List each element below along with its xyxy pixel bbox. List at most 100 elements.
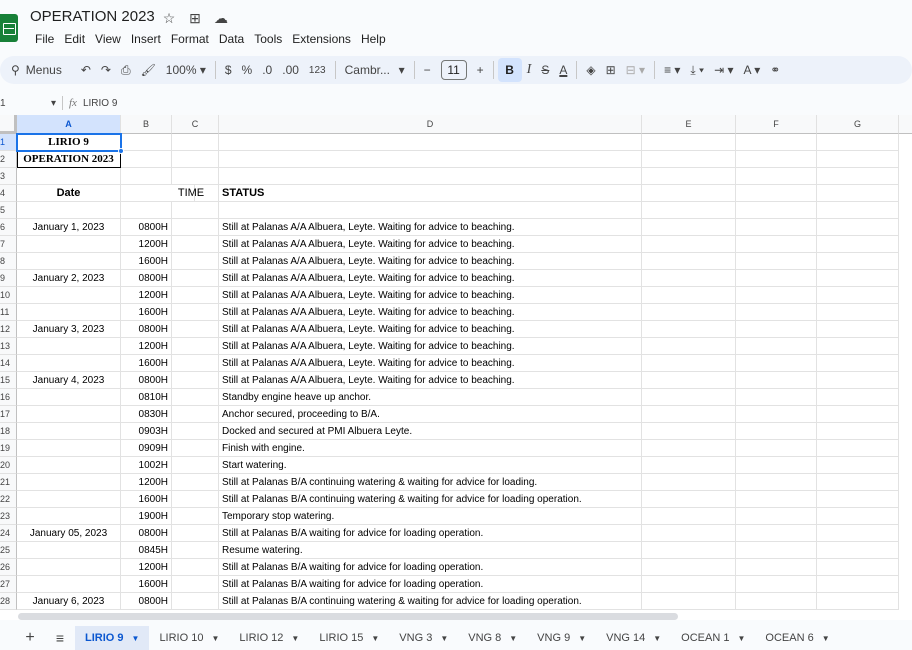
chevron-down-icon[interactable]: ▼ [371, 634, 379, 643]
cell-f20[interactable] [736, 457, 817, 474]
row-header[interactable]: 16 [0, 389, 17, 406]
move-folder-icon[interactable]: ⊞ [186, 10, 204, 27]
row-header[interactable]: 19 [0, 440, 17, 457]
increase-decimal-button[interactable]: .00 [277, 58, 304, 82]
cell-f8[interactable] [736, 253, 817, 270]
cell-b15[interactable]: 0800H [121, 372, 172, 389]
row-header[interactable]: 28 [0, 593, 17, 610]
print-icon[interactable]: ⎙ [116, 58, 136, 82]
cell-d22[interactable]: Still at Palanas B/A continuing watering… [219, 491, 642, 508]
row-header[interactable]: 8 [0, 253, 17, 270]
cell-b7[interactable]: 1200H [121, 236, 172, 253]
sheet-tab[interactable]: LIRIO 12 ▼ [229, 626, 309, 650]
formula-input[interactable]: LIRIO 9 [83, 98, 117, 109]
cell-b8[interactable]: 1600H [121, 253, 172, 270]
cell-g6[interactable] [817, 219, 899, 236]
horizontal-scrollbar[interactable] [18, 613, 678, 620]
cell-c15[interactable] [172, 372, 219, 389]
cell-g7[interactable] [817, 236, 899, 253]
row-header[interactable]: 17 [0, 406, 17, 423]
row-header[interactable]: 23 [0, 508, 17, 525]
add-sheet-button[interactable]: + [15, 629, 45, 647]
column-header-c[interactable]: C [172, 115, 219, 134]
cell-d1[interactable] [219, 134, 642, 151]
cell-c9[interactable] [172, 270, 219, 287]
row-header[interactable]: 14 [0, 355, 17, 372]
cell-a12[interactable]: January 3, 2023 [17, 321, 121, 338]
cell-f28[interactable] [736, 593, 817, 610]
cell-e3[interactable] [642, 168, 736, 185]
cell-c5[interactable] [172, 202, 219, 219]
cell-c1[interactable] [172, 134, 219, 151]
cell-d24[interactable]: Still at Palanas B/A waiting for advice … [219, 525, 642, 542]
cell-g10[interactable] [817, 287, 899, 304]
cell-d13[interactable]: Still at Palanas A/A Albuera, Leyte. Wai… [219, 338, 642, 355]
cell-a28[interactable]: January 6, 2023 [17, 593, 121, 610]
cell-b1[interactable] [121, 134, 172, 151]
chevron-down-icon[interactable]: ▼ [653, 634, 661, 643]
menu-view[interactable]: View [90, 32, 126, 46]
cell-c19[interactable] [172, 440, 219, 457]
cell-f21[interactable] [736, 474, 817, 491]
column-header-g[interactable]: G [817, 115, 899, 134]
cloud-status-icon[interactable]: ☁ [212, 10, 230, 27]
cell-c14[interactable] [172, 355, 219, 372]
cell-g15[interactable] [817, 372, 899, 389]
cell-e9[interactable] [642, 270, 736, 287]
cell-a22[interactable] [17, 491, 121, 508]
cell-e11[interactable] [642, 304, 736, 321]
cell-a15[interactable]: January 4, 2023 [17, 372, 121, 389]
cell-b27[interactable]: 1600H [121, 576, 172, 593]
cell-d25[interactable]: Resume watering. [219, 542, 642, 559]
chevron-down-icon[interactable]: ▼ [132, 634, 140, 643]
menu-edit[interactable]: Edit [59, 32, 90, 46]
text-color-button[interactable]: A [554, 58, 572, 82]
chevron-down-icon[interactable]: ▼ [822, 634, 830, 643]
cell-f26[interactable] [736, 559, 817, 576]
cell-c22[interactable] [172, 491, 219, 508]
cell-e21[interactable] [642, 474, 736, 491]
cell-d7[interactable]: Still at Palanas A/A Albuera, Leyte. Wai… [219, 236, 642, 253]
cell-d16[interactable]: Standby engine heave up anchor. [219, 389, 642, 406]
cell-a23[interactable] [17, 508, 121, 525]
cell-g28[interactable] [817, 593, 899, 610]
fill-handle[interactable] [118, 148, 124, 154]
redo-icon[interactable]: ↷ [96, 58, 116, 82]
cell-g12[interactable] [817, 321, 899, 338]
cell-b20[interactable]: 1002H [121, 457, 172, 474]
cell-a7[interactable] [17, 236, 121, 253]
cell-f24[interactable] [736, 525, 817, 542]
cell-c7[interactable] [172, 236, 219, 253]
cell-f16[interactable] [736, 389, 817, 406]
cell-a10[interactable] [17, 287, 121, 304]
cell-d12[interactable]: Still at Palanas A/A Albuera, Leyte. Wai… [219, 321, 642, 338]
cell-b18[interactable]: 0903H [121, 423, 172, 440]
row-header[interactable]: 9 [0, 270, 17, 287]
increase-font-size-button[interactable]: + [472, 58, 489, 82]
text-wrap-icon[interactable]: ⇥ ▾ [709, 58, 738, 82]
all-sheets-menu-icon[interactable]: ≡ [45, 630, 75, 646]
cell-c24[interactable] [172, 525, 219, 542]
cell-g25[interactable] [817, 542, 899, 559]
cell-b3[interactable] [121, 168, 172, 185]
chevron-down-icon[interactable]: ▼ [211, 634, 219, 643]
cell-f11[interactable] [736, 304, 817, 321]
cell-e22[interactable] [642, 491, 736, 508]
cell-c6[interactable] [172, 219, 219, 236]
row-header[interactable]: 15 [0, 372, 17, 389]
menu-help[interactable]: Help [356, 32, 391, 46]
menu-insert[interactable]: Insert [126, 32, 166, 46]
horizontal-align-icon[interactable]: ≡ ▾ [659, 58, 685, 82]
sheet-tab[interactable]: OCEAN 1 ▼ [671, 626, 755, 650]
cell-f1[interactable] [736, 134, 817, 151]
cell-a24[interactable]: January 05, 2023 [17, 525, 121, 542]
cell-c16[interactable] [172, 389, 219, 406]
cell-c23[interactable] [172, 508, 219, 525]
cell-e10[interactable] [642, 287, 736, 304]
cell-e26[interactable] [642, 559, 736, 576]
row-header[interactable]: 26 [0, 559, 17, 576]
cell-e12[interactable] [642, 321, 736, 338]
cell-d14[interactable]: Still at Palanas A/A Albuera, Leyte. Wai… [219, 355, 642, 372]
cell-g11[interactable] [817, 304, 899, 321]
cell-d18[interactable]: Docked and secured at PMI Albuera Leyte. [219, 423, 642, 440]
